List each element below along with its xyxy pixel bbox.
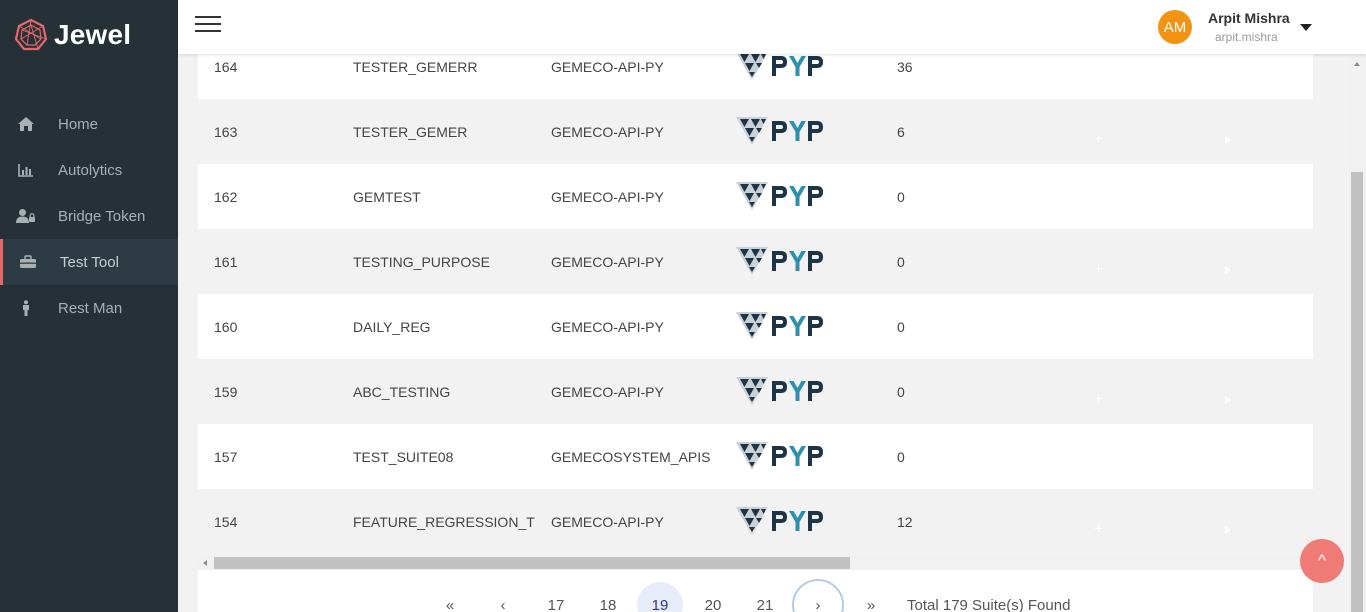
sidebar-item-autolytics[interactable]: Autolytics xyxy=(0,147,178,193)
suite-name: TESTER_GEMER xyxy=(353,123,468,140)
bar-chart-icon xyxy=(16,160,36,180)
table-row: 160 DAILY_REG GEMECO-API-PY 0 xyxy=(198,294,1313,359)
project-name: GEMECO-API-PY xyxy=(551,513,664,530)
prev-page-button[interactable]: ‹ xyxy=(480,582,526,612)
suite-table: 164 TESTER_GEMERR GEMECO-API-PY 36 163 T… xyxy=(198,34,1313,556)
case-count: 0 xyxy=(897,448,905,465)
vertical-scrollbar[interactable] xyxy=(1349,54,1366,612)
table-row: 157 TEST_SUITE08 GEMECOSYSTEM_APIS 0 xyxy=(198,424,1313,489)
case-count: 0 xyxy=(897,383,905,400)
pyp-logo-icon xyxy=(734,440,830,476)
top-header: AM Arpit Mishra arpit.mishra xyxy=(178,0,1366,54)
first-page-button[interactable]: « xyxy=(427,582,473,612)
sidebar-item-label: Rest Man xyxy=(58,299,123,317)
pyp-logo-icon xyxy=(734,245,830,281)
page-button-current[interactable]: 19 xyxy=(637,582,683,612)
person-icon xyxy=(16,298,36,318)
pyp-logo-icon xyxy=(734,115,830,151)
table-row: 162 GEMTEST GEMECO-API-PY 0 xyxy=(198,164,1313,229)
suite-id: 161 xyxy=(214,253,238,270)
suite-id: 163 xyxy=(214,123,238,140)
suite-id: 160 xyxy=(214,318,238,335)
scrollbar-thumb[interactable] xyxy=(1351,172,1363,612)
avatar[interactable]: AM xyxy=(1158,10,1192,44)
suite-name: TEST_SUITE08 xyxy=(353,448,454,465)
sidebar: Jewel Home Autolytics Bridge Token Test … xyxy=(0,0,178,612)
suite-name: FEATURE_REGRESSION_T xyxy=(353,513,535,530)
user-handle: arpit.mishra xyxy=(1215,30,1278,44)
table-row: 159 ABC_TESTING GEMECO-API-PY 0 xyxy=(198,359,1313,424)
next-page-button[interactable]: › xyxy=(792,579,844,612)
project-name: GEMECO-API-PY xyxy=(551,188,664,205)
horizontal-scrollbar[interactable] xyxy=(198,556,1313,570)
table-row: 163 TESTER_GEMER GEMECO-API-PY 6 xyxy=(198,99,1313,164)
table-row: 154 FEATURE_REGRESSION_T GEMECO-API-PY 1… xyxy=(198,489,1313,554)
toolbox-icon xyxy=(18,252,38,272)
pagination: « ‹ 17 18 19 20 21 › » Total 179 Suite(s… xyxy=(198,570,1313,612)
case-count: 0 xyxy=(897,318,905,335)
project-name: GEMECOSYSTEM_APIS xyxy=(551,448,711,465)
suite-id: 154 xyxy=(214,513,238,530)
suite-name: GEMTEST xyxy=(353,188,421,205)
back-to-top-button[interactable]: ^ xyxy=(1300,539,1344,583)
user-name: Arpit Mishra xyxy=(1208,10,1290,26)
user-lock-icon xyxy=(16,206,36,226)
pyp-logo-icon xyxy=(734,375,830,411)
suite-id: 162 xyxy=(214,188,238,205)
brand[interactable]: Jewel xyxy=(14,18,131,52)
scrollbar-thumb[interactable] xyxy=(214,557,850,569)
case-count: 0 xyxy=(897,253,905,270)
menu-toggle-icon[interactable] xyxy=(195,14,221,34)
case-count: 6 xyxy=(897,123,905,140)
scroll-left-icon[interactable] xyxy=(203,560,207,566)
home-icon xyxy=(16,114,36,134)
page-button[interactable]: 18 xyxy=(585,582,631,612)
pyp-logo-icon xyxy=(734,310,830,346)
page-button[interactable]: 20 xyxy=(690,582,736,612)
project-name: GEMECO-API-PY xyxy=(551,318,664,335)
pyp-logo-icon xyxy=(734,180,830,216)
case-count: 36 xyxy=(897,58,913,75)
case-count: 0 xyxy=(897,188,905,205)
project-name: GEMECO-API-PY xyxy=(551,383,664,400)
sidebar-item-bridge-token[interactable]: Bridge Token xyxy=(0,193,178,239)
total-count: Total 179 Suite(s) Found xyxy=(907,597,1071,612)
project-name: GEMECO-API-PY xyxy=(551,123,664,140)
suite-name: ABC_TESTING xyxy=(353,383,451,400)
sidebar-item-label: Home xyxy=(58,115,99,133)
last-page-button[interactable]: » xyxy=(848,582,894,612)
sidebar-item-label: Autolytics xyxy=(58,161,123,179)
project-name: GEMECO-API-PY xyxy=(551,58,664,75)
chevron-down-icon[interactable] xyxy=(1300,24,1312,31)
page-button[interactable]: 17 xyxy=(533,582,579,612)
pyp-logo-icon xyxy=(734,505,830,541)
sidebar-item-label: Test Tool xyxy=(60,253,119,271)
sidebar-item-test-tool[interactable]: Test Tool xyxy=(0,239,178,285)
jewel-logo-icon xyxy=(14,18,48,51)
suite-id: 159 xyxy=(214,383,238,400)
suite-name: TESTING_PURPOSE xyxy=(353,253,490,270)
suite-id: 157 xyxy=(214,448,238,465)
suite-name: DAILY_REG xyxy=(353,318,431,335)
suite-id: 164 xyxy=(214,58,238,75)
scroll-up-icon[interactable] xyxy=(1354,62,1360,66)
case-count: 12 xyxy=(897,513,913,530)
sidebar-nav: Home Autolytics Bridge Token Test Tool R… xyxy=(0,101,178,331)
suite-name: TESTER_GEMERR xyxy=(353,58,478,75)
pyp-logo-icon xyxy=(734,50,830,86)
brand-name: Jewel xyxy=(54,19,132,50)
table-row: 161 TESTING_PURPOSE GEMECO-API-PY 0 xyxy=(198,229,1313,294)
sidebar-item-rest-man[interactable]: Rest Man xyxy=(0,285,178,331)
project-name: GEMECO-API-PY xyxy=(551,253,664,270)
page-button[interactable]: 21 xyxy=(742,582,788,612)
sidebar-item-home[interactable]: Home xyxy=(0,101,178,147)
sidebar-item-label: Bridge Token xyxy=(58,207,146,225)
